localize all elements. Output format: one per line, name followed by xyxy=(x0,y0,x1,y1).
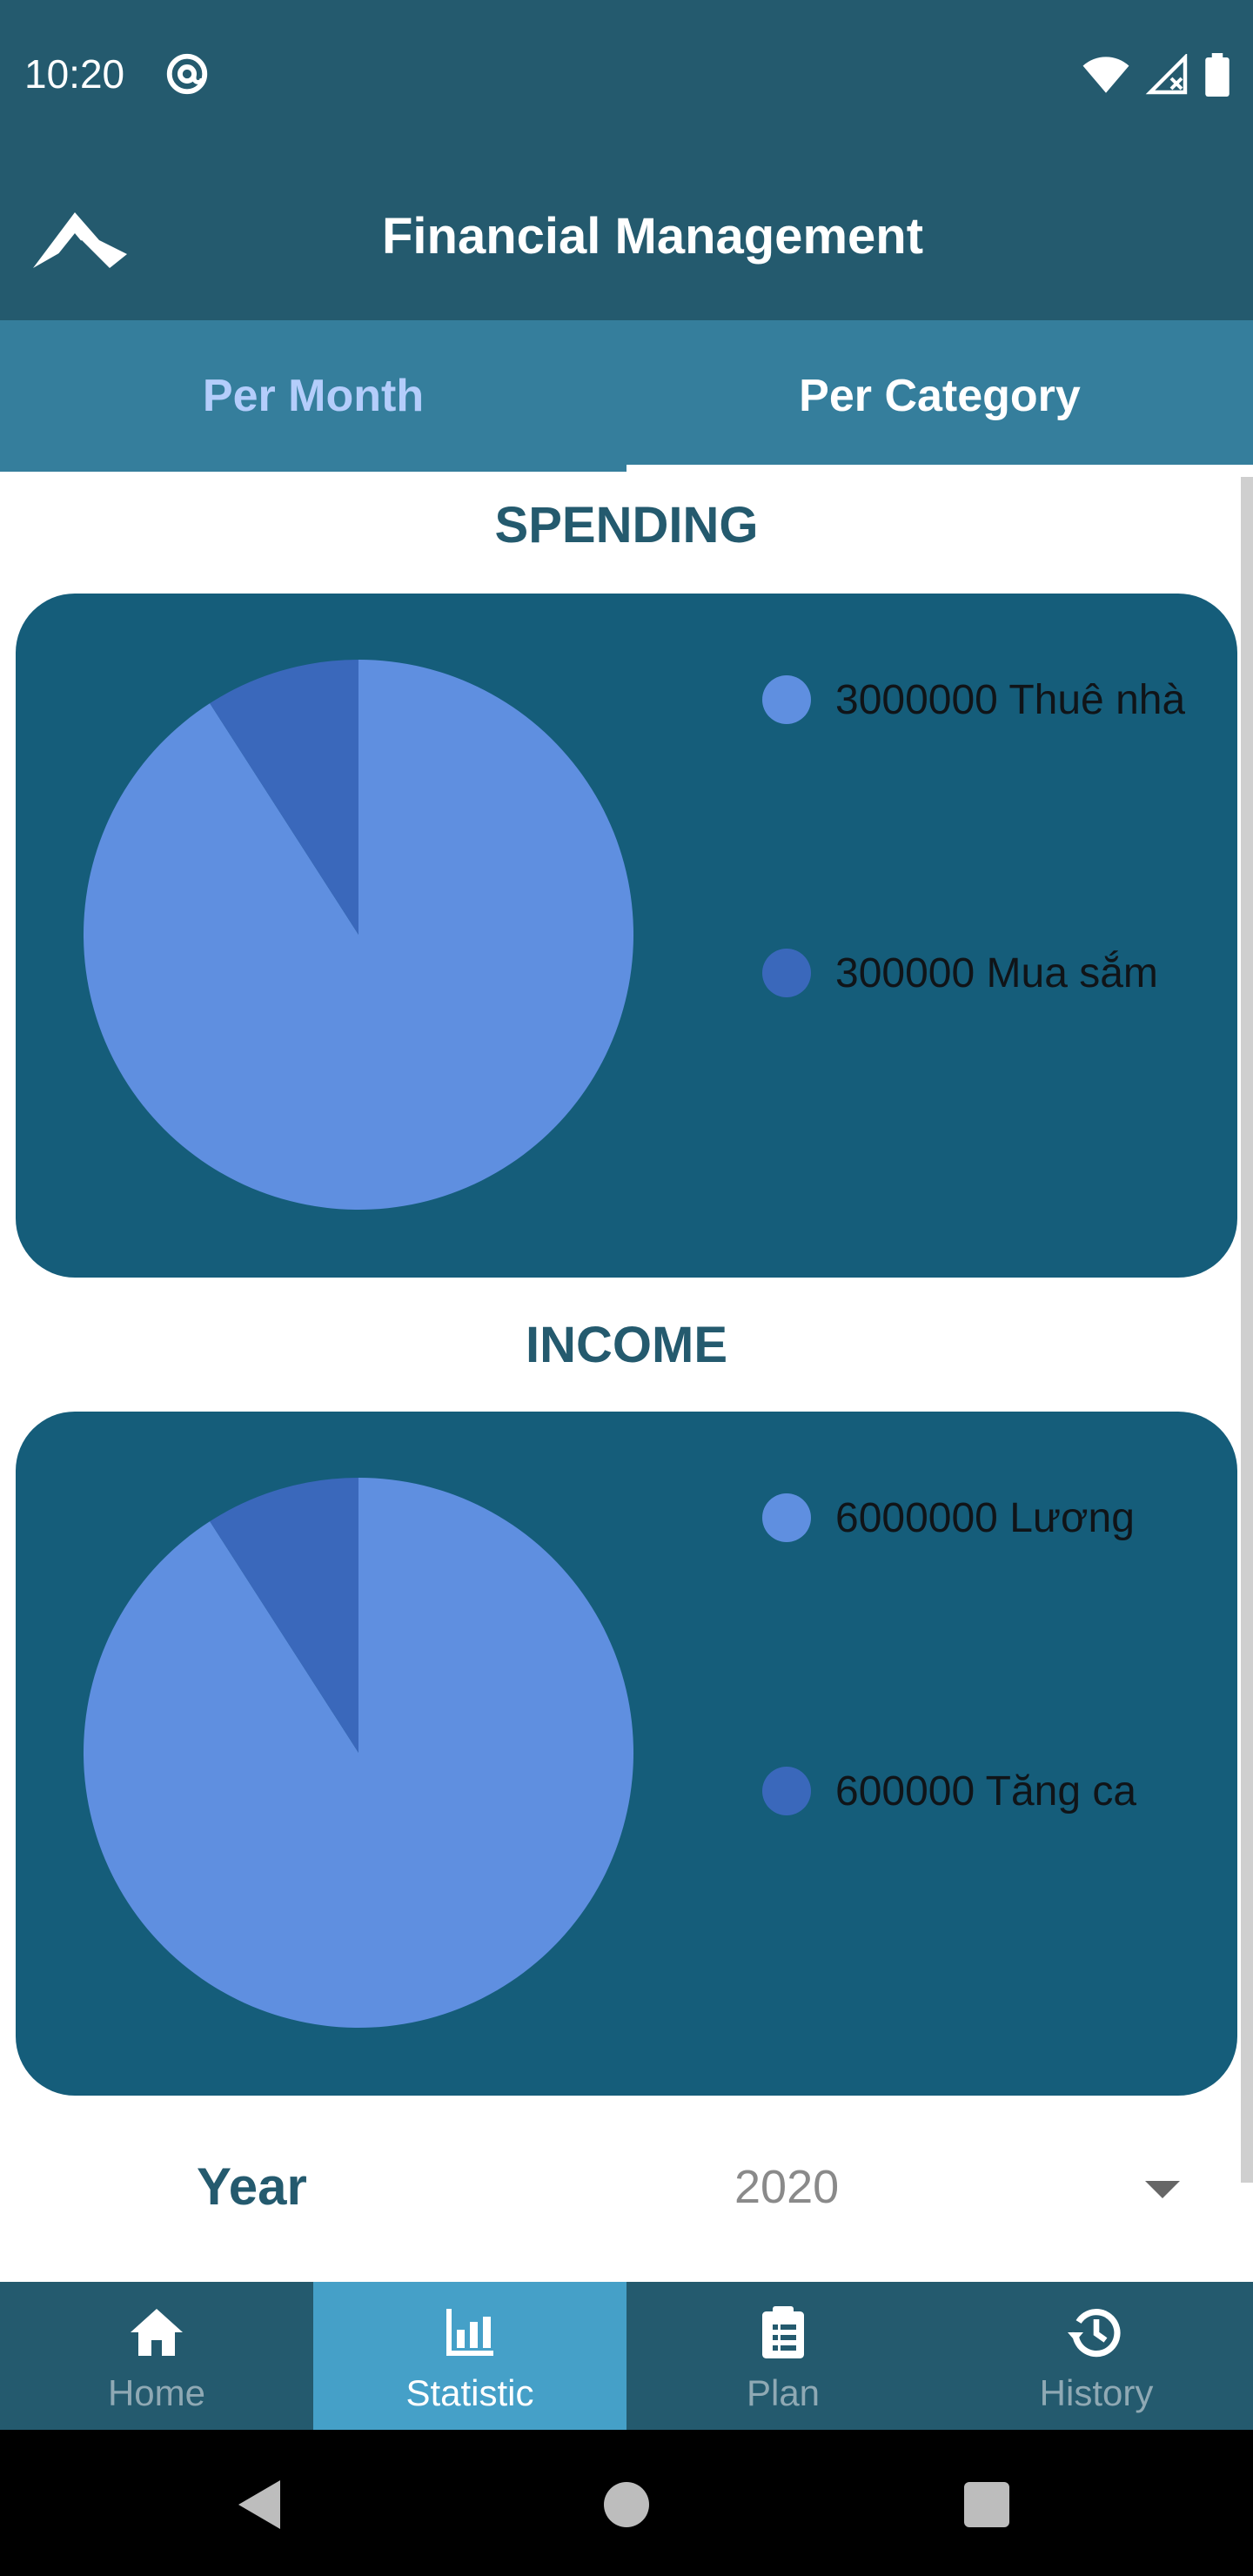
nav-statistic[interactable]: Statistic xyxy=(313,2282,626,2430)
legend-dot xyxy=(762,675,811,724)
tab-per-month-label: Per Month xyxy=(202,371,425,421)
spending-pie-chart xyxy=(84,660,633,1210)
tab-per-category-label: Per Category xyxy=(799,371,1081,421)
spending-chart-card: 3000000 Thuê nhà 300000 Mua sắm xyxy=(16,594,1237,1278)
tab-bar: Per Month Per Category xyxy=(0,320,1253,472)
nav-plan[interactable]: Plan xyxy=(626,2282,940,2430)
income-chart-card: 6000000 Lương 600000 Tăng ca xyxy=(16,1412,1237,2096)
income-legend-item: 600000 Tăng ca xyxy=(762,1767,1215,1815)
legend-dot xyxy=(762,949,811,997)
legend-label: 600000 Tăng ca xyxy=(835,1768,1137,1815)
nav-history[interactable]: History xyxy=(940,2282,1253,2430)
wifi-icon xyxy=(1082,57,1129,93)
legend-label: 3000000 Thuê nhà xyxy=(835,676,1186,723)
year-label: Year xyxy=(197,2157,307,2216)
status-time: 10:20 xyxy=(24,51,125,97)
legend-label: 6000000 Lương xyxy=(835,1494,1135,1541)
income-legend-item: 6000000 Lương xyxy=(762,1493,1215,1542)
battery-icon xyxy=(1205,53,1230,97)
bottom-navigation: Home Statistic Plan History xyxy=(0,2282,1253,2430)
income-pie-chart xyxy=(84,1478,633,2028)
home-icon xyxy=(131,2309,183,2356)
nav-home-label: Home xyxy=(107,2372,206,2413)
app-title: Financial Management xyxy=(381,208,924,265)
history-icon xyxy=(1068,2309,1121,2358)
system-navigation-bar xyxy=(0,2430,1253,2576)
dropdown-caret-icon xyxy=(1145,2181,1180,2198)
spending-title: SPENDING xyxy=(494,497,759,553)
home-button-icon[interactable] xyxy=(604,2482,649,2527)
at-sign-icon xyxy=(166,53,208,95)
legend-dot xyxy=(762,1493,811,1542)
clipboard-icon xyxy=(762,2306,804,2358)
nav-statistic-label: Statistic xyxy=(405,2372,534,2413)
scrollbar[interactable] xyxy=(1241,477,1253,2183)
nav-plan-label: Plan xyxy=(746,2372,821,2413)
status-icons xyxy=(1081,52,1230,97)
spending-legend-item: 300000 Mua sắm xyxy=(762,949,1215,997)
app-bar: Financial Management xyxy=(0,150,1253,320)
legend-label: 300000 Mua sắm xyxy=(835,949,1158,996)
tab-per-category[interactable]: Per Category xyxy=(626,320,1253,472)
tab-per-month[interactable]: Per Month xyxy=(0,320,626,472)
year-dropdown[interactable]: 2020 xyxy=(696,2150,1201,2228)
recents-icon[interactable] xyxy=(964,2482,1009,2527)
income-title: INCOME xyxy=(526,1317,727,1373)
spending-legend-item: 3000000 Thuê nhà xyxy=(762,675,1215,724)
signal-icon xyxy=(1145,54,1188,95)
legend-dot xyxy=(762,1767,811,1815)
nav-home[interactable]: Home xyxy=(0,2282,313,2430)
year-value: 2020 xyxy=(734,2161,840,2213)
bar-chart-icon xyxy=(446,2309,493,2356)
screen: 10:20 Financial Management Per Month Per… xyxy=(0,0,1253,2576)
back-icon[interactable] xyxy=(237,2479,282,2531)
status-bar: 10:20 xyxy=(0,0,1253,150)
nav-history-label: History xyxy=(1039,2372,1154,2413)
